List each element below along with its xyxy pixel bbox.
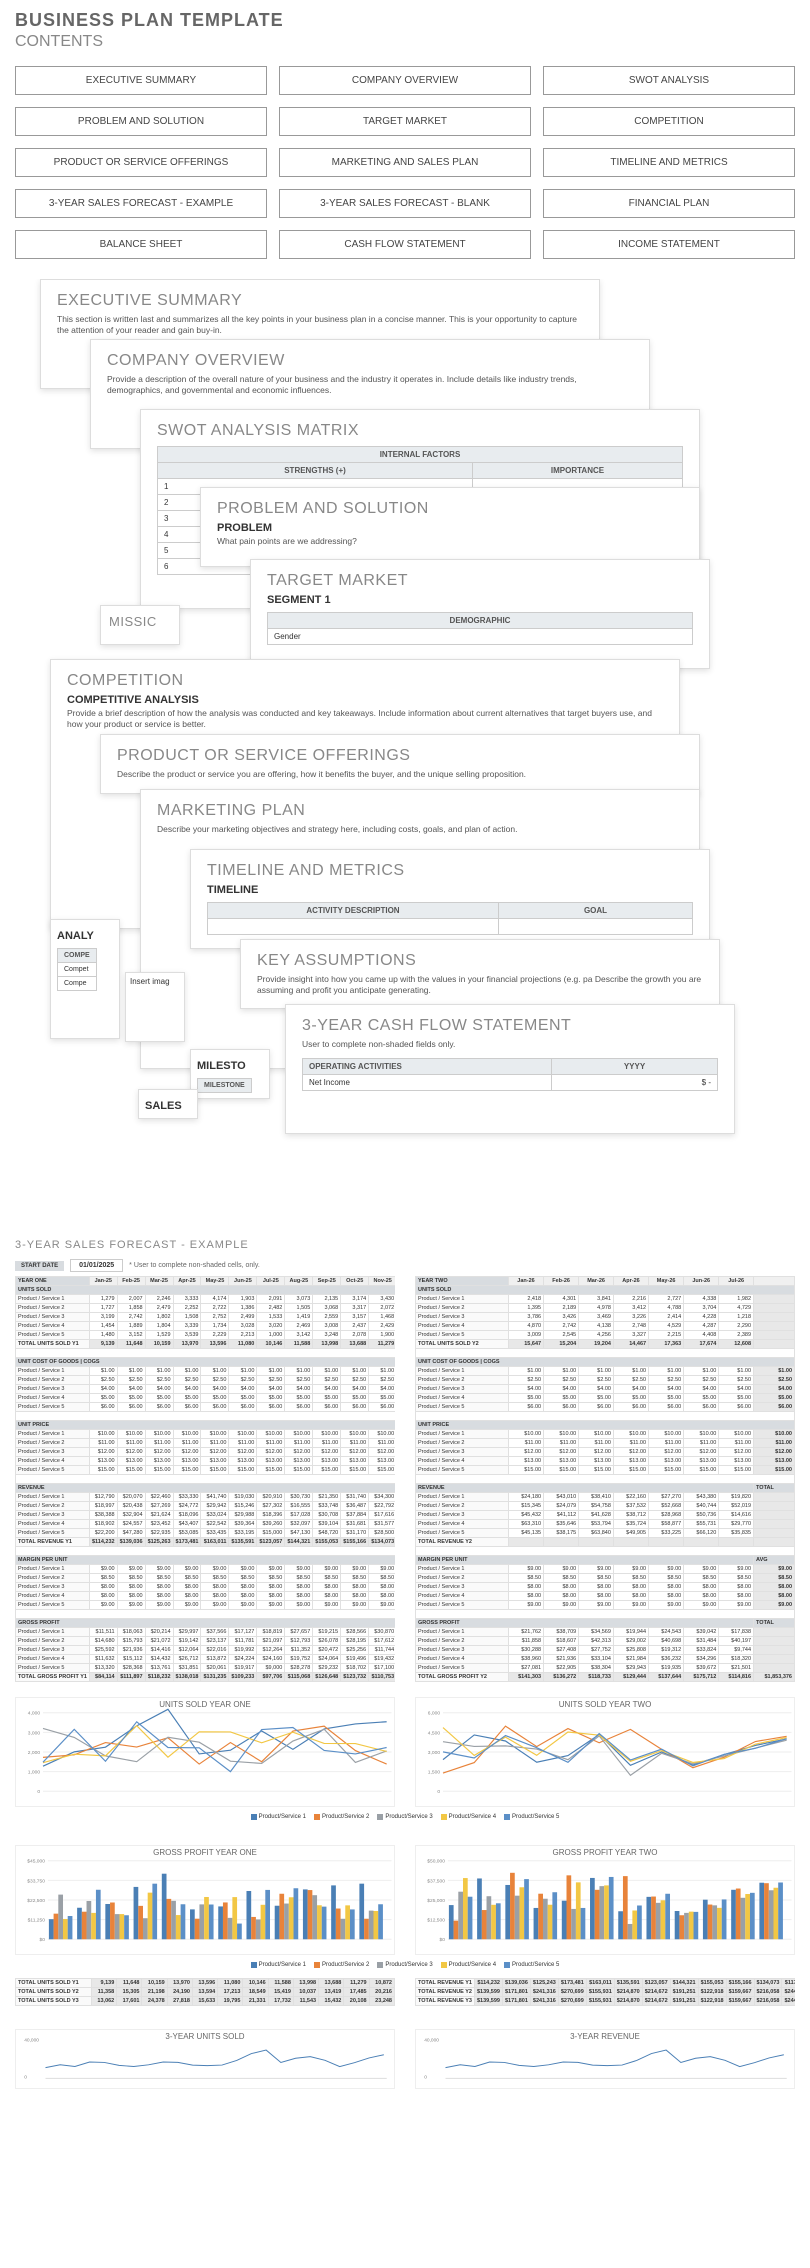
card-desc: Provide a description of the overall nat… bbox=[107, 374, 633, 396]
svg-text:$33,750: $33,750 bbox=[27, 1878, 45, 1884]
contents-button[interactable]: 3-YEAR SALES FORECAST - EXAMPLE bbox=[15, 189, 267, 218]
contents-button[interactable]: EXECUTIVE SUMMARY bbox=[15, 66, 267, 95]
card-title: SWOT ANALYSIS MATRIX bbox=[157, 422, 683, 440]
card-title: PRODUCT OR SERVICE OFFERINGS bbox=[117, 747, 683, 765]
contents-button[interactable]: COMPANY OVERVIEW bbox=[279, 66, 531, 95]
contents-button[interactable]: FINANCIAL PLAN bbox=[543, 189, 795, 218]
svg-text:3,000: 3,000 bbox=[428, 1750, 441, 1756]
card-title: COMPETITION bbox=[67, 672, 663, 690]
preview-stack: EXECUTIVE SUMMARY This section is writte… bbox=[10, 279, 800, 1229]
svg-text:2,000: 2,000 bbox=[28, 1750, 41, 1756]
chart-3year-units: 3-YEAR UNITS SOLD 40,0000 bbox=[15, 2029, 395, 2089]
contents-button[interactable]: MARKETING AND SALES PLAN bbox=[279, 148, 531, 177]
card-cashflow: 3-YEAR CASH FLOW STATEMENT User to compl… bbox=[285, 1004, 735, 1134]
chart-gross-profit-year-two: GROSS PROFIT YEAR TWO $50,000$37,500$25,… bbox=[415, 1845, 795, 1955]
contents-button[interactable]: INCOME STATEMENT bbox=[543, 230, 795, 259]
card-title: TARGET MARKET bbox=[267, 572, 693, 590]
page-title: BUSINESS PLAN TEMPLATE bbox=[15, 10, 795, 31]
svg-text:$45,000: $45,000 bbox=[27, 1859, 45, 1865]
svg-text:$11,250: $11,250 bbox=[28, 1918, 46, 1924]
contents-button[interactable]: COMPETITION bbox=[543, 107, 795, 136]
chart-gross-profit-year-one: GROSS PROFIT YEAR ONE $45,000$33,750$22,… bbox=[15, 1845, 395, 1955]
contents-button[interactable]: PROBLEM AND SOLUTION bbox=[15, 107, 267, 136]
contents-button[interactable]: TARGET MARKET bbox=[279, 107, 531, 136]
card-timeline: TIMELINE AND METRICS TIMELINE ACTIVITY D… bbox=[190, 849, 710, 949]
forecast-year-one: YEAR ONEJan-25Feb-25Mar-25Apr-25May-25Ju… bbox=[15, 1276, 395, 1682]
card-sales-fragment: SALES bbox=[138, 1089, 198, 1119]
chart-units-year-one: UNITS SOLD YEAR ONE 4,0003,0002,0001,000… bbox=[15, 1697, 395, 1807]
contents-button[interactable]: SWOT ANALYSIS bbox=[543, 66, 795, 95]
contents-button[interactable]: TIMELINE AND METRICS bbox=[543, 148, 795, 177]
card-insert-image: Insert imag bbox=[125, 972, 185, 1042]
svg-text:$22,500: $22,500 bbox=[27, 1898, 45, 1904]
svg-text:3,000: 3,000 bbox=[28, 1730, 41, 1736]
svg-text:1,000: 1,000 bbox=[28, 1770, 41, 1776]
contents-button[interactable]: PRODUCT OR SERVICE OFFERINGS bbox=[15, 148, 267, 177]
card-product: PRODUCT OR SERVICE OFFERINGS Describe th… bbox=[100, 734, 700, 794]
svg-text:$0: $0 bbox=[440, 1937, 446, 1943]
chart-units-year-two: UNITS SOLD YEAR TWO 6,0004,5003,0001,500… bbox=[415, 1697, 795, 1807]
svg-text:0: 0 bbox=[424, 2074, 427, 2080]
forecast-year-two: YEAR TWOJan-26Feb-26Mar-26Apr-26May-26Ju… bbox=[415, 1276, 795, 1682]
contents-button[interactable]: CASH FLOW STATEMENT bbox=[279, 230, 531, 259]
card-mission-fragment: MISSIC bbox=[100, 605, 180, 645]
contents-button[interactable]: 3-YEAR SALES FORECAST - BLANK bbox=[279, 189, 531, 218]
card-key-assumptions: KEY ASSUMPTIONS Provide insight into how… bbox=[240, 939, 720, 1009]
svg-text:4,500: 4,500 bbox=[428, 1730, 441, 1736]
svg-text:6,000: 6,000 bbox=[428, 1711, 441, 1717]
contents-label: CONTENTS bbox=[15, 33, 795, 51]
svg-text:0: 0 bbox=[24, 2074, 27, 2080]
card-target-market: TARGET MARKET SEGMENT 1 DEMOGRAPHIC Gend… bbox=[250, 559, 710, 669]
svg-text:4,000: 4,000 bbox=[28, 1711, 41, 1717]
card-title: COMPANY OVERVIEW bbox=[107, 352, 633, 370]
chart-3year-revenue: 3-YEAR REVENUE 40,0000 bbox=[415, 2029, 795, 2089]
svg-text:$37,500: $37,500 bbox=[427, 1878, 445, 1884]
card-title: 3-YEAR CASH FLOW STATEMENT bbox=[302, 1017, 718, 1035]
card-milestone-fragment: MILESTO MILESTONE bbox=[190, 1049, 270, 1099]
svg-text:0: 0 bbox=[37, 1789, 40, 1795]
svg-text:$50,000: $50,000 bbox=[427, 1859, 445, 1865]
card-title: EXECUTIVE SUMMARY bbox=[57, 292, 583, 310]
svg-text:$12,500: $12,500 bbox=[427, 1918, 445, 1924]
svg-text:1,500: 1,500 bbox=[428, 1770, 441, 1776]
card-title: MARKETING PLAN bbox=[157, 802, 683, 820]
svg-text:0: 0 bbox=[437, 1789, 440, 1795]
card-title: KEY ASSUMPTIONS bbox=[257, 952, 703, 970]
card-title: TIMELINE AND METRICS bbox=[207, 862, 693, 880]
contents-grid: EXECUTIVE SUMMARY COMPANY OVERVIEW SWOT AN… bbox=[0, 56, 810, 279]
card-problem: PROBLEM AND SOLUTION PROBLEM What pain p… bbox=[200, 487, 700, 567]
card-title: PROBLEM AND SOLUTION bbox=[217, 500, 683, 518]
forecast-title: 3-YEAR SALES FORECAST - EXAMPLE bbox=[15, 1239, 795, 1251]
card-desc: This section is written last and summari… bbox=[57, 314, 583, 336]
card-analy-fragment: ANALY COMPE Compet Compe bbox=[50, 919, 120, 1039]
forecast-section: 3-YEAR SALES FORECAST - EXAMPLE START DA… bbox=[0, 1229, 810, 2114]
contents-button[interactable]: BALANCE SHEET bbox=[15, 230, 267, 259]
svg-text:$0: $0 bbox=[40, 1937, 46, 1943]
svg-text:$25,000: $25,000 bbox=[427, 1898, 445, 1904]
